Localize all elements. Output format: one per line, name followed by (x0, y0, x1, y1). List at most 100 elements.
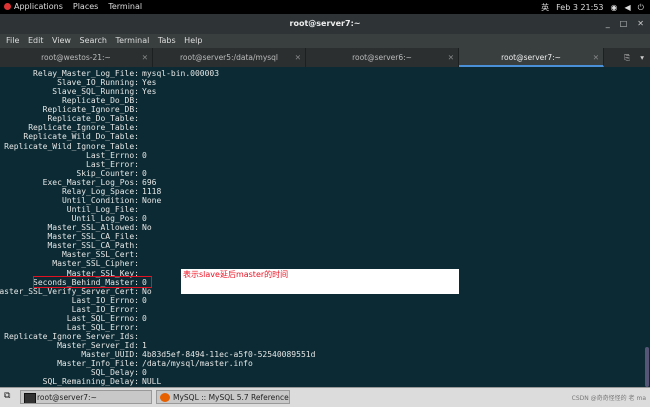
field-value: Yes (142, 78, 157, 88)
tab-close-icon[interactable]: ✕ (593, 48, 599, 67)
field-value: 696 (142, 177, 157, 187)
field-name: Replicate_Ignore_Server_Ids: (4, 332, 139, 342)
terminal-line: Until_Log_File: (0, 205, 642, 214)
tab-server6[interactable]: root@server6:~ ✕ (306, 48, 459, 67)
field-name: Slave_IO_Running: (57, 78, 139, 88)
field-name: Until_Condition: (61, 195, 139, 205)
terminal-line: Relay_Log_Space: 1118 (0, 187, 642, 196)
new-tab-icon[interactable]: ⎘ (624, 48, 630, 67)
field-name: Master_SSL_Verify_Server_Cert: (0, 286, 139, 296)
terminal-line: Replicate_Ignore_DB: (0, 105, 642, 114)
terminal-line: Last_IO_Error: (0, 305, 642, 314)
field-name: Master_SSL_Allowed: (47, 223, 139, 233)
terminal-line: Replicate_Ignore_Table: (0, 123, 642, 132)
terminal-app-menu[interactable]: Terminal (108, 2, 142, 11)
tab-close-icon[interactable]: ✕ (142, 48, 148, 67)
tab-server7[interactable]: root@server7:~ ✕ (459, 48, 604, 67)
menu-terminal[interactable]: Terminal (116, 34, 150, 48)
field-name: Last_SQL_Error: (66, 322, 139, 332)
terminal-line: Master_Server_Id: 1 (0, 341, 642, 350)
terminal-line: Last_SQL_Error: (0, 323, 642, 332)
field-name: Last_Errno: (86, 150, 139, 160)
field-name: Last_IO_Errno: (71, 295, 139, 305)
field-name: Replicate_Ignore_DB: (42, 105, 139, 115)
terminal-line: Replicate_Ignore_Server_Ids: (0, 332, 642, 341)
terminal-line: Replicate_Do_Table: (0, 114, 642, 123)
field-value: 0 (142, 368, 147, 378)
terminal-line: Exec_Master_Log_Pos: 696 (0, 178, 642, 187)
clock[interactable]: Feb 3 21:53 (556, 3, 603, 12)
field-value: Yes (142, 87, 157, 97)
terminal-line: Last_SQL_Errno: 0 (0, 314, 642, 323)
terminal-line: Master_SSL_Allowed: No (0, 223, 642, 232)
scrollbar-thumb[interactable] (645, 347, 649, 387)
show-desktop-icon[interactable]: ⧉ (4, 391, 10, 401)
firefox-icon (160, 393, 170, 402)
tab-server5[interactable]: root@server5:/data/mysql ✕ (153, 48, 306, 67)
terminal-line: Last_Error: (0, 160, 642, 169)
minimize-icon[interactable]: _ (606, 14, 610, 34)
field-value: No (142, 286, 152, 296)
field-value: /data/mysql/master.info (142, 359, 253, 369)
field-name: Relay_Master_Log_File: (33, 69, 139, 78)
taskbar-item-firefox[interactable]: MySQL :: MySQL 5.7 Reference Man... (156, 390, 290, 404)
field-name: Until_Log_File: (66, 205, 139, 215)
field-name: Last_Error: (86, 159, 139, 169)
terminal-line: Relay_Master_Log_File: mysql-bin.000003 (0, 69, 642, 78)
field-name: SQL_Remaining_Delay: (42, 377, 139, 387)
field-value: 0 (142, 295, 147, 305)
redhat-icon (4, 3, 11, 10)
power-icon[interactable]: ⏻ (638, 3, 644, 13)
terminal-line: SQL_Remaining_Delay: NULL (0, 377, 642, 386)
field-name: Master_UUID: (81, 350, 139, 360)
applications-menu[interactable]: Applications (4, 2, 63, 11)
terminal-line: Replicate_Do_DB: (0, 96, 642, 105)
menu-search[interactable]: Search (80, 34, 107, 48)
places-menu[interactable]: Places (73, 2, 98, 11)
terminal-scrollbar[interactable] (642, 67, 650, 387)
field-name: Until_Log_Pos: (71, 214, 139, 224)
menu-edit[interactable]: Edit (28, 34, 44, 48)
terminal-line: Replicate_Wild_Ignore_Table: (0, 142, 642, 151)
terminal-line: Slave_SQL_Running: Yes (0, 87, 642, 96)
terminal-line: Last_Errno: 0 (0, 151, 642, 160)
tab-close-icon[interactable]: ✕ (448, 48, 454, 67)
input-language[interactable]: 英 (541, 2, 549, 13)
highlight-box (33, 276, 152, 288)
menu-tabs[interactable]: Tabs (158, 34, 176, 48)
field-value: mysql-bin.000003 (142, 69, 220, 78)
menu-help[interactable]: Help (184, 34, 202, 48)
tab-bar: root@westos-21:~ ✕ root@server5:/data/mys… (0, 48, 650, 67)
field-value: 0 (142, 214, 147, 224)
field-value: No (142, 223, 152, 233)
taskbar: ⧉ root@server7:~ MySQL :: MySQL 5.7 Refe… (0, 387, 650, 407)
terminal-line: Master_UUID: 4b83d5ef-8494-11ec-a5f0-5254… (0, 350, 642, 359)
tab-list-chevron-down-icon[interactable]: ▾ (640, 48, 644, 67)
wifi-icon[interactable]: ◉ (611, 3, 618, 12)
terminal-line: Master_SSL_CA_Path: (0, 241, 642, 250)
tab-close-icon[interactable]: ✕ (295, 48, 301, 67)
tab-westos-21[interactable]: root@westos-21:~ ✕ (0, 48, 153, 67)
field-name: Replicate_Ignore_Table: (28, 123, 139, 133)
window-title: root@server7:~ (289, 19, 361, 28)
menu-file[interactable]: File (6, 34, 19, 48)
menu-view[interactable]: View (52, 34, 71, 48)
field-name: Replicate_Wild_Do_Table: (23, 132, 139, 142)
terminal-output[interactable]: Relay_Master_Log_File: mysql-bin.000003 Sl… (0, 67, 642, 387)
field-name: Replicate_Do_Table: (47, 114, 139, 124)
terminal-line: Until_Condition: None (0, 196, 642, 205)
taskbar-item-terminal[interactable]: root@server7:~ (20, 390, 152, 404)
system-top-bar: Applications Places Terminal 英 Feb 3 21:… (0, 0, 650, 14)
field-value: NULL (142, 377, 162, 387)
field-value: 1118 (142, 186, 162, 196)
window-titlebar[interactable]: root@server7:~ _ □ ✕ (0, 14, 650, 34)
field-value: 0 (142, 150, 147, 160)
field-name: Replicate_Do_DB: (61, 96, 139, 106)
close-icon[interactable]: ✕ (637, 14, 644, 34)
maximize-icon[interactable]: □ (620, 14, 628, 34)
volume-icon[interactable]: ◀ (625, 3, 631, 12)
field-name: Master_SSL_CA_Path: (47, 241, 139, 251)
field-name: Master_Info_File: (57, 359, 139, 369)
terminal-line: Master_SSL_CA_File: (0, 232, 642, 241)
menu-bar: File Edit View Search Terminal Tabs Help (0, 34, 650, 48)
